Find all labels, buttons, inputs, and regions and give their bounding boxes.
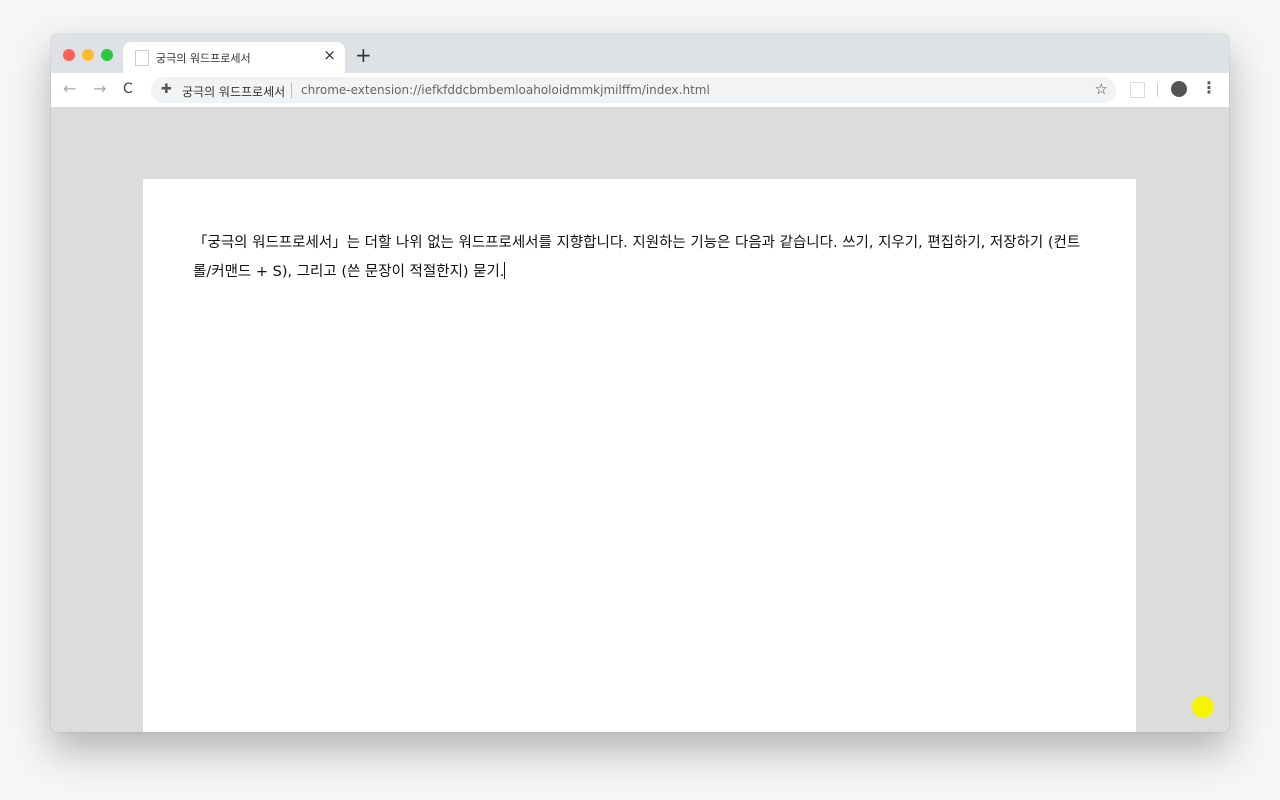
document-text[interactable]: 「궁극의 워드프로세서」는 더할 나위 없는 워드프로세서를 지향합니다. 지원… [193,235,1080,280]
menu-icon[interactable]: ⋮ [1201,78,1217,97]
text-caret [504,262,505,279]
close-window-button[interactable] [63,49,75,61]
document-editor[interactable]: 「궁극의 워드프로세서」는 더할 나위 없는 워드프로세서를 지향합니다. 지원… [193,229,1083,287]
forward-icon[interactable]: → [93,79,106,98]
cursor-highlight [1192,696,1214,718]
account-icon[interactable] [1171,81,1187,97]
divider [291,83,292,98]
tab-active[interactable]: 궁극의 워드프로세서 × [123,42,345,73]
reload-icon[interactable]: C [123,81,133,97]
document-page[interactable]: 「궁극의 워드프로세서」는 더할 나위 없는 워드프로세서를 지향합니다. 지원… [143,179,1136,732]
zoom-window-button[interactable] [101,49,113,61]
page-favicon-icon [135,50,149,66]
bookmark-star-icon[interactable]: ☆ [1095,80,1108,98]
address-bar[interactable]: ✚ 궁극의 워드프로세서 chrome-extension://iefkfddc… [151,77,1116,103]
url-text[interactable]: chrome-extension://iefkfddcbmbemloaholoi… [301,83,710,97]
divider [1157,83,1158,97]
minimize-window-button[interactable] [82,49,94,61]
puzzle-extension-icon: ✚ [161,82,172,97]
tab-title: 궁극의 워드프로세서 [156,50,251,66]
tab-bar: 궁극의 워드프로세서 × + [51,34,1229,73]
extension-icon[interactable] [1130,82,1145,98]
back-icon[interactable]: ← [63,79,76,98]
toolbar: ← → C ✚ 궁극의 워드프로세서 chrome-extension://ie… [51,73,1229,108]
extension-name: 궁극의 워드프로세서 [182,83,285,100]
page-content: 「궁극의 워드프로세서」는 더할 나위 없는 워드프로세서를 지향합니다. 지원… [51,108,1229,732]
tab-close-icon[interactable]: × [323,46,336,64]
browser-window: 궁극의 워드프로세서 × + ← → C ✚ 궁극의 워드프로세서 chrome… [51,34,1229,732]
new-tab-button[interactable]: + [355,43,372,67]
